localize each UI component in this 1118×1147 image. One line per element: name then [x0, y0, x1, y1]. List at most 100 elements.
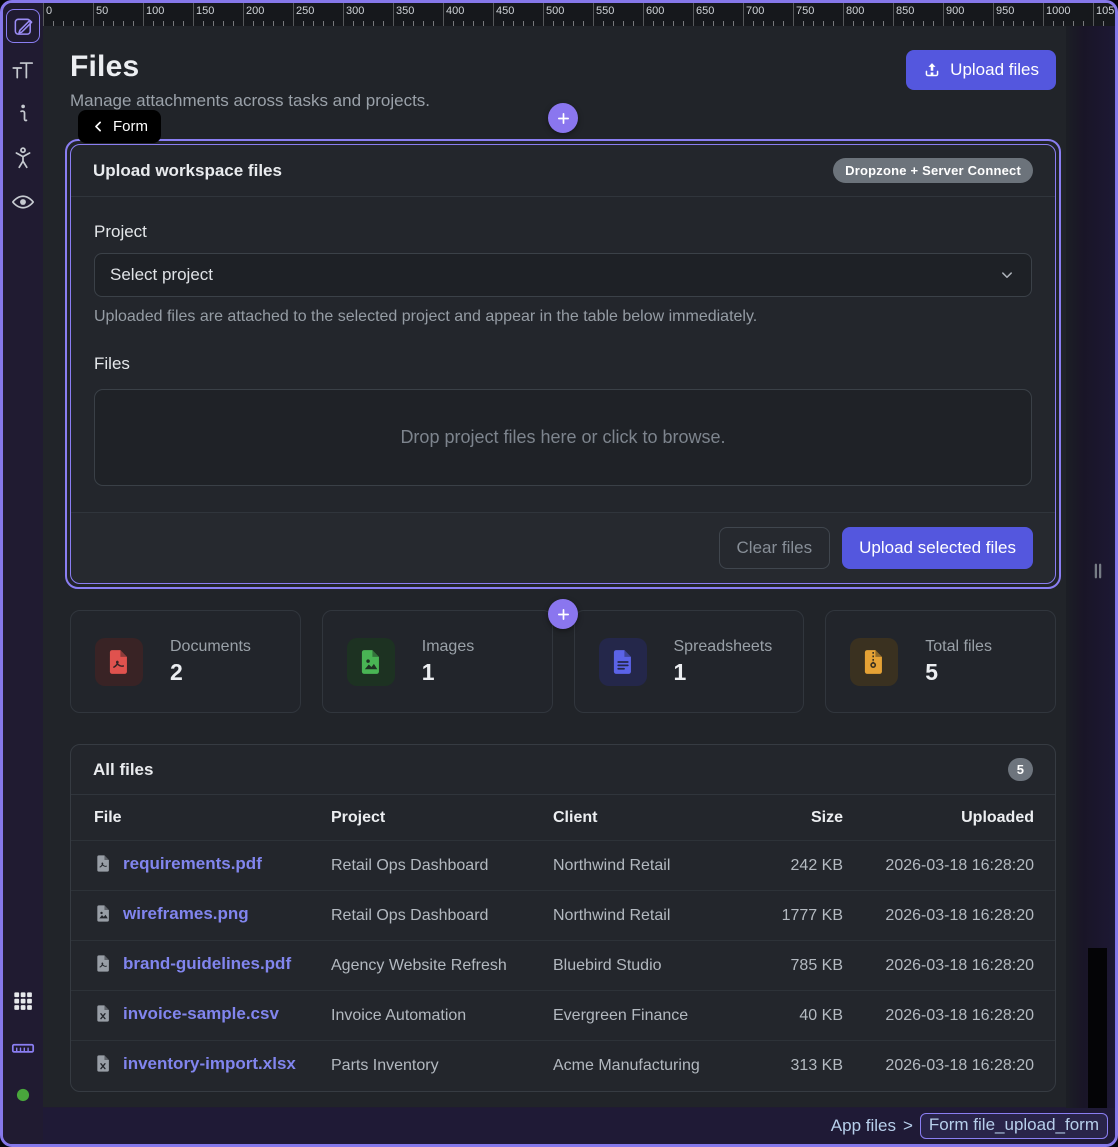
upload-selected-files-button[interactable]: Upload selected files [842, 527, 1033, 569]
upload-icon [923, 61, 941, 79]
stat-card-images: Images1 [322, 610, 553, 713]
file-spreadsheet-icon [609, 648, 637, 676]
stat-tile-documents [95, 638, 143, 686]
accessibility-tool[interactable] [6, 141, 40, 175]
ruler-tick [93, 3, 94, 26]
uploaded-cell: 2026-03-18 16:28:20 [843, 941, 1055, 991]
ruler-tool[interactable] [6, 1031, 40, 1065]
project-select[interactable]: Select project [94, 253, 1032, 297]
ruler-tick [643, 3, 644, 26]
accessibility-icon [10, 145, 36, 171]
file-link[interactable]: requirements.pdf [123, 854, 262, 873]
upload-files-label: Upload files [950, 60, 1039, 80]
info-tool[interactable] [6, 97, 40, 131]
file-excel-icon [94, 1054, 113, 1078]
form-card-body: Project Select project Uploaded files ar… [71, 197, 1055, 512]
ruler-tick [1033, 21, 1034, 26]
text-icon [10, 57, 36, 83]
stat-label: Total files [925, 638, 992, 656]
stat-label: Documents [170, 638, 251, 656]
file-dropzone[interactable]: Drop project files here or click to brow… [94, 389, 1032, 486]
app-window: 0501001502002503003504004505005506006507… [0, 0, 1118, 1147]
file-link[interactable]: brand-guidelines.pdf [123, 954, 291, 973]
ruler-tick [213, 21, 214, 26]
file-count-badge: 5 [1008, 758, 1033, 781]
stat-text-total-files: Total files 5 [925, 638, 992, 686]
ruler-tick-label: 1000 [1046, 5, 1070, 17]
ruler-tick-label: 900 [946, 5, 964, 17]
stat-value: 1 [674, 659, 773, 686]
ruler-tick-label: 100 [146, 5, 164, 17]
ruler-tick [993, 3, 994, 26]
ruler-tick [423, 21, 424, 26]
selected-element-badge[interactable]: Form [78, 110, 161, 143]
ruler-tick [1003, 21, 1004, 26]
ruler-tick [593, 3, 594, 26]
file-pdf-icon [94, 954, 113, 978]
file-link[interactable]: wireframes.png [123, 904, 249, 923]
ruler-tick [1093, 3, 1094, 26]
uploaded-cell: 2026-03-18 16:28:20 [843, 891, 1055, 941]
sidebar-top-tools [6, 9, 40, 219]
project-help-text: Uploaded files are attached to the selec… [94, 308, 1032, 326]
ruler-tick [433, 21, 434, 26]
uploaded-cell: 2026-03-18 16:28:20 [843, 841, 1055, 891]
ruler-tick [493, 3, 494, 26]
project-cell: Agency Website Refresh [331, 941, 553, 991]
ruler-tick [613, 21, 614, 26]
stat-tile-total-files [850, 638, 898, 686]
file-cell: invoice-sample.csv [71, 991, 331, 1041]
ruler-tick [563, 21, 564, 26]
vertical-scrollbar[interactable] [1088, 948, 1107, 1110]
ruler-tick [393, 3, 394, 26]
stat-value: 5 [925, 659, 992, 686]
file-cell: brand-guidelines.pdf [71, 941, 331, 991]
page-title: Files [70, 50, 430, 84]
ruler-tick [1083, 21, 1084, 26]
page-header: Files Manage attachments across tasks an… [70, 50, 1056, 111]
ruler-tick [523, 21, 524, 26]
ruler-tick [723, 21, 724, 26]
ruler-tick [1073, 21, 1074, 26]
table-row: inventory-import.xlsxParts InventoryAcme… [71, 1041, 1055, 1091]
ruler-tick [163, 21, 164, 26]
ruler-tick [463, 21, 464, 26]
text-tool[interactable] [6, 53, 40, 87]
ruler-tick [713, 21, 714, 26]
ruler-tick [703, 21, 704, 26]
status-indicator[interactable] [6, 1078, 40, 1112]
breadcrumb-app-files[interactable]: App files [831, 1116, 896, 1136]
add-component-button-top[interactable] [548, 103, 578, 133]
client-cell: Acme Manufacturing [553, 1041, 733, 1091]
ruler-tick [43, 3, 44, 26]
ruler-tick-label: 650 [696, 5, 714, 17]
project-label: Project [94, 222, 1032, 242]
upload-files-button[interactable]: Upload files [906, 50, 1056, 90]
clear-files-button[interactable]: Clear files [719, 527, 831, 569]
preview-tool[interactable] [6, 185, 40, 219]
ruler-tick-label: 400 [446, 5, 464, 17]
ruler-tick [263, 21, 264, 26]
ruler-tick [913, 21, 914, 26]
apps-grid[interactable] [6, 984, 40, 1018]
table-card-header: All files 5 [71, 745, 1055, 795]
ruler-tick-label: 150 [196, 5, 214, 17]
file-cell: requirements.pdf [71, 841, 331, 891]
file-zip-icon [860, 648, 888, 676]
ruler-tick-label: 300 [346, 5, 364, 17]
add-component-button-middle[interactable] [548, 599, 578, 629]
ruler-tick [413, 21, 414, 26]
ruler-tick [753, 21, 754, 26]
project-cell: Retail Ops Dashboard [331, 891, 553, 941]
file-pdf-icon [94, 854, 113, 878]
project-cell: Invoice Automation [331, 991, 553, 1041]
panel-drag-handle[interactable] [1083, 556, 1113, 591]
edit-tool[interactable] [6, 9, 40, 43]
ruler-tick [83, 21, 84, 26]
ruler-tick [783, 21, 784, 26]
file-link[interactable]: inventory-import.xlsx [123, 1054, 296, 1073]
breadcrumb-current-form[interactable]: Form file_upload_form [920, 1113, 1108, 1139]
stat-tile-spreadsheets [599, 638, 647, 686]
file-link[interactable]: invoice-sample.csv [123, 1004, 279, 1023]
ruler-tick-label: 200 [246, 5, 264, 17]
